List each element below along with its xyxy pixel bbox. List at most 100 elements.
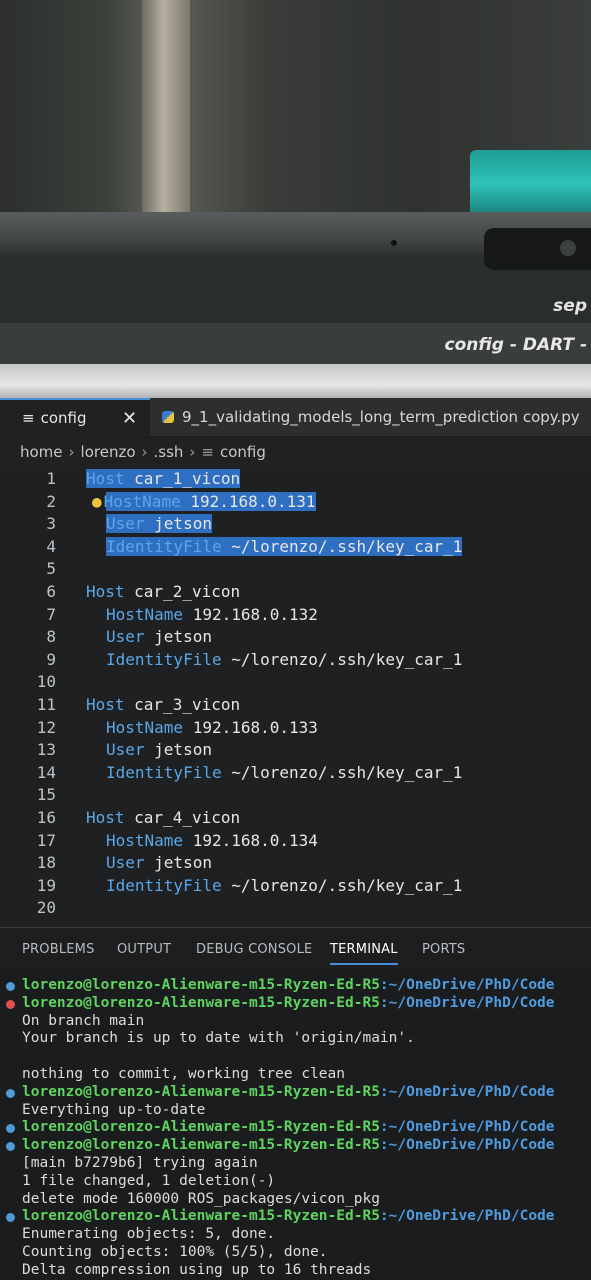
line-number: 12 [36,717,56,737]
breadcrumb-item[interactable]: config [220,443,266,461]
prompt-user-host: lorenzo@lorenzo-Alienware-m15-Ryzen-Ed-R… [22,1137,380,1154]
terminal-line: Everything up-to-date [0,1102,591,1120]
code-text: User jetson [106,853,212,872]
terminal-line: lorenzo@lorenzo-Alienware-m15-Ryzen-Ed-R… [0,1137,591,1155]
code-line[interactable]: 14 IdentityFile ~/lorenzo/.ssh/key_car_1 [0,763,591,785]
close-icon[interactable]: ✕ [122,408,137,429]
tab-debug-console[interactable]: DEBUG CONSOLE [196,942,312,957]
prompt-path: :~/OneDrive/PhD/Code [379,1137,555,1154]
prompt-user-host: lorenzo@lorenzo-Alienware-m15-Ryzen-Ed-R… [22,1119,380,1136]
background-room [0,0,591,220]
code-line[interactable]: 3 User jetson [0,514,591,536]
terminal-line: lorenzo@lorenzo-Alienware-m15-Ryzen-Ed-R… [0,995,591,1013]
code-line[interactable]: 6 Host car_2_vicon [0,582,591,604]
terminal-line: Counting objects: 100% (5/5), done. [0,1244,591,1262]
terminal-prompt: lorenzo@lorenzo-Alienware-m15-Ryzen-Ed-R… [22,1137,555,1153]
line-number: 5 [46,559,56,579]
success-status-icon[interactable] [6,1142,15,1152]
code-line[interactable]: 19 IdentityFile ~/lorenzo/.ssh/key_car_1 [0,876,591,898]
breadcrumb-item[interactable]: lorenzo [81,443,136,461]
code-text: User jetson [106,740,212,759]
code-line[interactable]: 11 Host car_3_vicon [0,695,591,717]
code-line[interactable]: 7 HostName 192.168.0.132 [0,605,591,627]
config-file-icon: ≡ [201,443,214,461]
code-keyword: Host [86,808,125,827]
code-text: User jetson [106,514,212,534]
code-line[interactable]: 20 [0,898,591,920]
system-clock[interactable]: sep [553,296,587,316]
prompt-user-host: lorenzo@lorenzo-Alienware-m15-Ryzen-Ed-R… [22,1208,380,1225]
config-file-icon: ≡ [22,409,35,427]
terminal-output: Counting objects: 100% (5/5), done. [22,1244,328,1260]
editor-tab-bar: ≡ config ✕ 9_1_validating_models_long_te… [0,398,591,436]
code-value: jetson [144,740,212,760]
terminal-output: nothing to commit, working tree clean [22,1066,346,1082]
code-line[interactable]: 16 Host car_4_vicon [0,808,591,830]
code-text: HostName 192.168.0.134 [106,831,318,850]
lightbulb-icon[interactable]: ● [92,492,102,511]
code-line[interactable]: 8 User jetson [0,627,591,649]
code-keyword: IdentityFile [106,875,222,895]
success-status-icon[interactable] [6,982,15,991]
prompt-user-host: lorenzo@lorenzo-Alienware-m15-Ryzen-Ed-R… [22,994,380,1011]
terminal[interactable]: lorenzo@lorenzo-Alienware-m15-Ryzen-Ed-R… [0,973,591,1280]
terminal-prompt: lorenzo@lorenzo-Alienware-m15-Ryzen-Ed-R… [22,977,555,993]
breadcrumb-item[interactable]: home [20,443,63,461]
tab-config[interactable]: ≡ config ✕ [0,398,150,436]
breadcrumb-item[interactable]: .ssh [154,443,184,461]
code-value: ~/lorenzo/.ssh/key_car_1 [221,875,463,895]
screen-glare [0,364,591,400]
code-value: car_2_vicon [124,582,241,601]
terminal-prompt: lorenzo@lorenzo-Alienware-m15-Ryzen-Ed-R… [22,1208,555,1224]
line-number: 10 [36,672,56,692]
terminal-output: Everything up-to-date [22,1101,206,1118]
line-number: 2 [46,491,56,511]
code-keyword: Host [86,582,125,601]
tab-output[interactable]: OUTPUT [117,942,171,957]
bezel-sensor [391,240,397,246]
line-number: 13 [36,740,56,760]
terminal-line: delete mode 160000 ROS_packages/vicon_pk… [0,1191,591,1209]
background-object [470,150,591,218]
success-status-icon[interactable] [6,1124,15,1134]
code-line[interactable]: 17 HostName 192.168.0.134 [0,831,591,853]
tab-ports[interactable]: PORTS [422,942,465,957]
panel-tab-bar: PROBLEMS OUTPUT DEBUG CONSOLE TERMINAL P… [0,927,591,974]
code-line[interactable]: 5 [0,559,591,581]
code-value: car_3_vicon [124,695,241,714]
code-line[interactable]: 15 [0,785,591,807]
tab-python-file[interactable]: 9_1_validating_models_long_term_predicti… [162,398,591,436]
code-value: car_1_vicon [124,469,241,488]
code-keyword: Host [86,695,125,714]
code-line[interactable]: 4 IdentityFile ~/lorenzo/.ssh/key_car_1 [0,536,591,559]
error-status-icon[interactable] [6,999,15,1009]
code-value: 192.168.0.132 [183,604,318,624]
line-number: 18 [36,853,56,873]
code-keyword: User [106,514,145,534]
code-line[interactable]: 18 User jetson [0,853,591,875]
code-line[interactable]: 2 ● HostName 192.168.0.131 [0,491,591,514]
tab-problems[interactable]: PROBLEMS [22,942,95,957]
code-editor[interactable]: 1 Host car_1_vicon 2 ● HostName 192.168.0.13… [0,467,591,927]
prompt-path: :~/OneDrive/PhD/Code [379,1083,555,1100]
code-keyword: HostName [103,491,181,511]
terminal-line: lorenzo@lorenzo-Alienware-m15-Ryzen-Ed-R… [0,977,591,995]
line-number: 4 [46,536,56,556]
line-number: 7 [46,604,56,624]
success-status-icon[interactable] [6,1213,15,1223]
python-file-icon [162,411,174,423]
line-number: 11 [36,695,56,714]
code-line[interactable]: 10 [0,672,591,694]
code-line[interactable]: 9 IdentityFile ~/lorenzo/.ssh/key_car_1 [0,650,591,672]
code-keyword: HostName [106,830,184,850]
code-line[interactable]: 13 User jetson [0,740,591,762]
terminal-line: nothing to commit, working tree clean [0,1066,591,1084]
code-line[interactable]: 1 Host car_1_vicon [0,469,591,491]
code-line[interactable]: 12 HostName 192.168.0.133 [0,718,591,740]
code-text: Host car_3_vicon [86,695,240,714]
success-status-icon[interactable] [6,1088,15,1098]
tab-terminal[interactable]: TERMINAL [330,942,398,965]
code-value: 192.168.0.133 [183,717,318,737]
terminal-output: On branch main [22,1012,145,1029]
code-value: 192.168.0.131 [180,491,316,511]
